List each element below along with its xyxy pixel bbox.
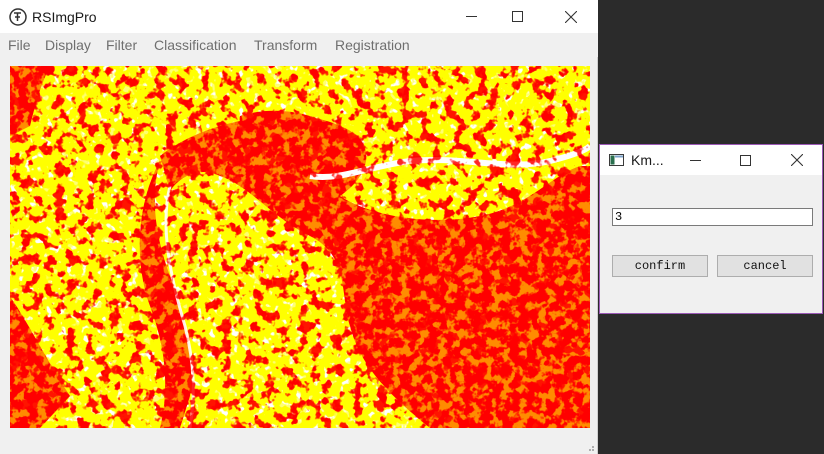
- menu-file[interactable]: File: [8, 36, 31, 54]
- minimize-icon: [689, 159, 701, 161]
- menu-filter[interactable]: Filter: [106, 36, 137, 54]
- maximize-icon: [739, 154, 751, 166]
- menu-transform[interactable]: Transform: [254, 36, 317, 54]
- main-window: RSImgPro File Display Filter Classificat…: [0, 0, 598, 454]
- kmeans-dialog: Km... confirm cancel: [599, 144, 823, 314]
- dialog-close-button[interactable]: [772, 145, 822, 175]
- app-logo-icon: [9, 8, 27, 26]
- cluster-count-input[interactable]: [612, 208, 813, 226]
- menu-registration[interactable]: Registration: [335, 36, 410, 54]
- maximize-icon: [511, 11, 523, 22]
- classification-map: [10, 66, 590, 428]
- menu-display[interactable]: Display: [45, 36, 91, 54]
- dialog-maximize-button[interactable]: [720, 145, 770, 175]
- resize-grip-icon[interactable]: [587, 444, 595, 452]
- menu-classification[interactable]: Classification: [154, 36, 236, 54]
- close-button[interactable]: [548, 0, 594, 33]
- menu-bar: File Display Filter Classification Trans…: [0, 33, 598, 57]
- classified-image-view[interactable]: [10, 66, 590, 428]
- minimize-icon: [465, 16, 477, 17]
- dialog-title-bar[interactable]: Km...: [600, 145, 822, 175]
- close-icon: [791, 154, 803, 166]
- maximize-button[interactable]: [494, 0, 540, 33]
- window-title: RSImgPro: [32, 9, 97, 25]
- title-bar[interactable]: RSImgPro: [0, 0, 598, 33]
- cancel-button[interactable]: cancel: [717, 255, 813, 277]
- minimize-button[interactable]: [448, 0, 494, 33]
- confirm-button[interactable]: confirm: [612, 255, 708, 277]
- window-icon: [609, 154, 624, 166]
- dialog-minimize-button[interactable]: [670, 145, 720, 175]
- dialog-title: Km...: [631, 152, 664, 168]
- close-icon: [565, 10, 577, 23]
